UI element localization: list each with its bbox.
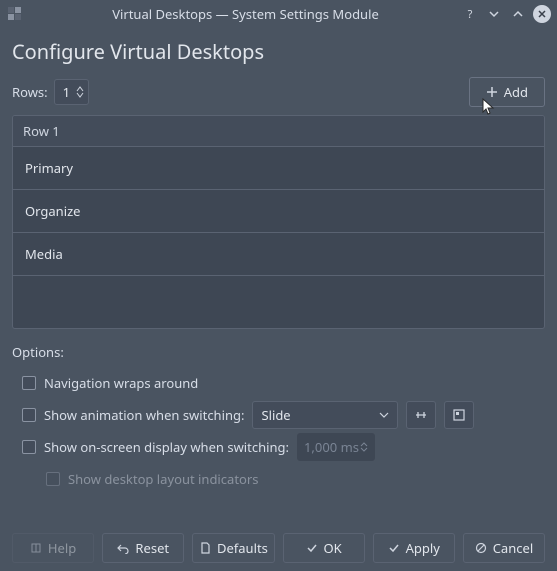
window-title: Virtual Desktops — System Settings Modul… [30, 5, 461, 23]
cursor-icon [482, 98, 496, 116]
option-show-layout-indicators: Show desktop layout indicators [46, 463, 545, 495]
add-button-label: Add [504, 83, 528, 101]
row-header: Row 1 [13, 116, 544, 147]
option-nav-wraps: Navigation wraps around [22, 367, 545, 399]
preview-animation-button[interactable] [444, 401, 474, 429]
configure-animation-button[interactable] [406, 401, 436, 429]
defaults-label: Defaults [217, 539, 268, 557]
option-show-osd: Show on-screen display when switching: 1… [22, 431, 545, 463]
dialog-button-row: Help Reset Defaults OK Apply Cancel [12, 523, 545, 563]
page-title: Configure Virtual Desktops [12, 38, 545, 65]
maximize-icon[interactable] [509, 5, 527, 23]
cancel-icon [475, 542, 487, 554]
ok-button[interactable]: OK [283, 533, 365, 563]
window-buttons: ? [461, 5, 551, 23]
add-button[interactable]: Add [469, 77, 545, 107]
document-icon [199, 542, 211, 554]
osd-duration-value: 1,000 ms [304, 438, 359, 456]
check-icon [388, 542, 400, 554]
close-icon[interactable] [533, 5, 551, 23]
minimize-icon[interactable] [485, 5, 503, 23]
checkbox-layout-indicators [46, 472, 60, 486]
show-animation-label: Show animation when switching: [44, 406, 244, 424]
svg-text:?: ? [468, 8, 473, 20]
undo-icon [117, 542, 129, 554]
spinner-arrows-icon [360, 442, 368, 452]
rows-label: Rows: [12, 83, 48, 101]
content: Configure Virtual Desktops Rows: 1 Add R… [0, 28, 557, 571]
reset-button[interactable]: Reset [102, 533, 184, 563]
list-item[interactable]: Organize [13, 190, 544, 233]
layout-indicators-label: Show desktop layout indicators [68, 470, 258, 488]
check-icon [306, 542, 318, 554]
spinner-arrows-icon[interactable] [76, 86, 84, 98]
reset-label: Reset [135, 539, 169, 557]
animation-select[interactable]: Slide [252, 401, 398, 429]
apply-label: Apply [406, 539, 440, 557]
top-row: Rows: 1 Add [12, 77, 545, 107]
show-osd-label: Show on-screen display when switching: [44, 438, 289, 456]
list-item[interactable]: Media [13, 233, 544, 276]
help-icon[interactable]: ? [461, 5, 479, 23]
desktop-list: Row 1 Primary Organize Media [12, 115, 545, 329]
osd-duration-spinner: 1,000 ms [297, 433, 375, 461]
list-item[interactable]: Primary [13, 147, 544, 190]
titlebar: Virtual Desktops — System Settings Modul… [0, 0, 557, 28]
plus-icon [486, 86, 498, 98]
checkbox-show-osd[interactable] [22, 440, 36, 454]
help-label: Help [48, 539, 76, 557]
cancel-label: Cancel [493, 539, 533, 557]
options-section: Options: Navigation wraps around Show an… [12, 343, 545, 495]
ok-label: OK [324, 539, 342, 557]
checkbox-nav-wraps[interactable] [22, 376, 36, 390]
option-show-animation: Show animation when switching: Slide [22, 399, 545, 431]
defaults-button[interactable]: Defaults [192, 533, 274, 563]
apply-button[interactable]: Apply [373, 533, 455, 563]
nav-wraps-label: Navigation wraps around [44, 374, 198, 392]
rows-value: 1 [63, 83, 70, 101]
chevron-down-icon [379, 412, 389, 418]
rows-spinner[interactable]: 1 [54, 79, 89, 105]
checkbox-show-animation[interactable] [22, 408, 36, 422]
app-icon [8, 7, 22, 21]
cancel-button[interactable]: Cancel [463, 533, 545, 563]
help-button: Help [12, 533, 94, 563]
animation-value: Slide [261, 406, 290, 424]
help-book-icon [30, 542, 42, 554]
options-title: Options: [12, 343, 545, 361]
